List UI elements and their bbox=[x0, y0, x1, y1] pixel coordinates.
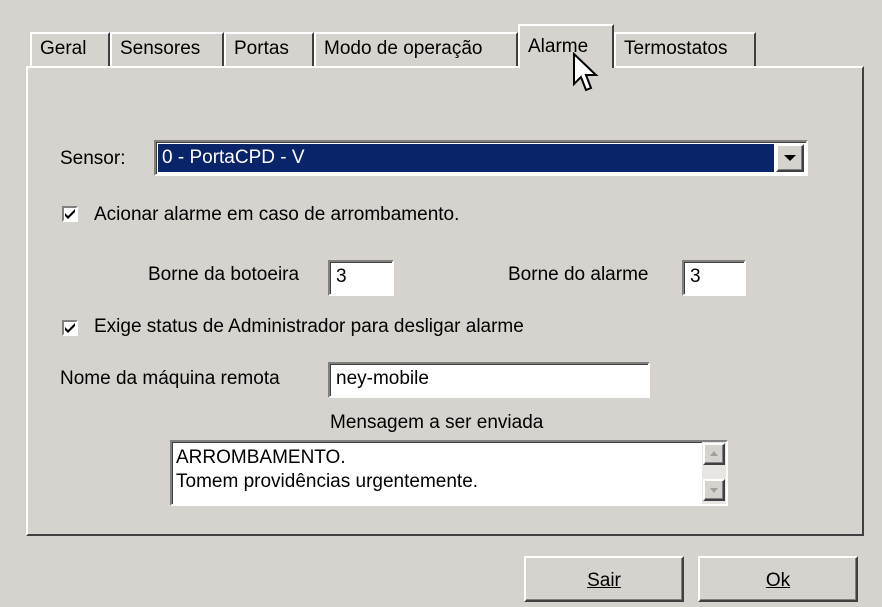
sensor-label: Sensor: bbox=[60, 148, 126, 169]
dropdown-button[interactable] bbox=[776, 144, 804, 172]
maquina-remota-input[interactable]: ney-mobile bbox=[328, 362, 650, 398]
scroll-up-arrow-icon bbox=[710, 451, 718, 456]
tab-modo-de-operacao[interactable]: Modo de operação bbox=[314, 32, 518, 66]
tab-geral[interactable]: Geral bbox=[30, 32, 110, 66]
ok-button-label: Ok bbox=[765, 570, 791, 591]
sair-button[interactable]: Sair bbox=[524, 556, 684, 602]
tab-portas[interactable]: Portas bbox=[224, 32, 314, 66]
tab-termostatos[interactable]: Termostatos bbox=[614, 32, 756, 66]
mensagem-textarea[interactable]: ARROMBAMENTO. Tomem providências urgente… bbox=[170, 440, 728, 506]
borne-botoeira-input[interactable]: 3 bbox=[328, 260, 394, 296]
tab-label: Termostatos bbox=[624, 38, 728, 59]
sensor-select[interactable]: 0 - PortaCPD - V bbox=[154, 140, 808, 176]
checkmark-icon bbox=[65, 323, 75, 333]
scroll-down-arrow-icon bbox=[710, 488, 718, 493]
tab-label: Portas bbox=[234, 38, 289, 59]
tab-label: Sensores bbox=[120, 38, 201, 59]
maquina-remota-label: Nome da máquina remota bbox=[60, 368, 280, 389]
scroll-down-button[interactable] bbox=[703, 479, 725, 501]
mensagem-line: ARROMBAMENTO. bbox=[176, 447, 346, 468]
mensagem-line: Tomem providências urgentemente. bbox=[176, 471, 479, 492]
vertical-scrollbar[interactable] bbox=[702, 442, 726, 504]
acionar-label: Acionar alarme em caso de arrombamento. bbox=[94, 204, 460, 225]
borne-botoeira-label: Borne da botoeira bbox=[148, 264, 300, 285]
chevron-down-icon bbox=[784, 155, 796, 161]
ok-button[interactable]: Ok bbox=[698, 556, 858, 602]
borne-alarme-label: Borne do alarme bbox=[508, 264, 649, 285]
borne-alarme-input[interactable]: 3 bbox=[682, 260, 746, 296]
exige-checkbox[interactable] bbox=[62, 320, 78, 336]
checkmark-icon bbox=[65, 209, 75, 219]
mensagem-label: Mensagem a ser enviada bbox=[330, 412, 544, 433]
sensor-selected-value: 0 - PortaCPD - V bbox=[158, 144, 774, 172]
mouse-cursor-icon bbox=[573, 52, 599, 92]
exige-label: Exige status de Administrador para desli… bbox=[94, 316, 524, 337]
scroll-up-button[interactable] bbox=[703, 443, 725, 465]
acionar-checkbox[interactable] bbox=[62, 206, 78, 222]
tab-label: Modo de operação bbox=[324, 38, 483, 59]
sair-button-label: Sair bbox=[587, 570, 621, 591]
tab-sensores[interactable]: Sensores bbox=[110, 32, 224, 66]
tab-label: Geral bbox=[40, 38, 87, 59]
